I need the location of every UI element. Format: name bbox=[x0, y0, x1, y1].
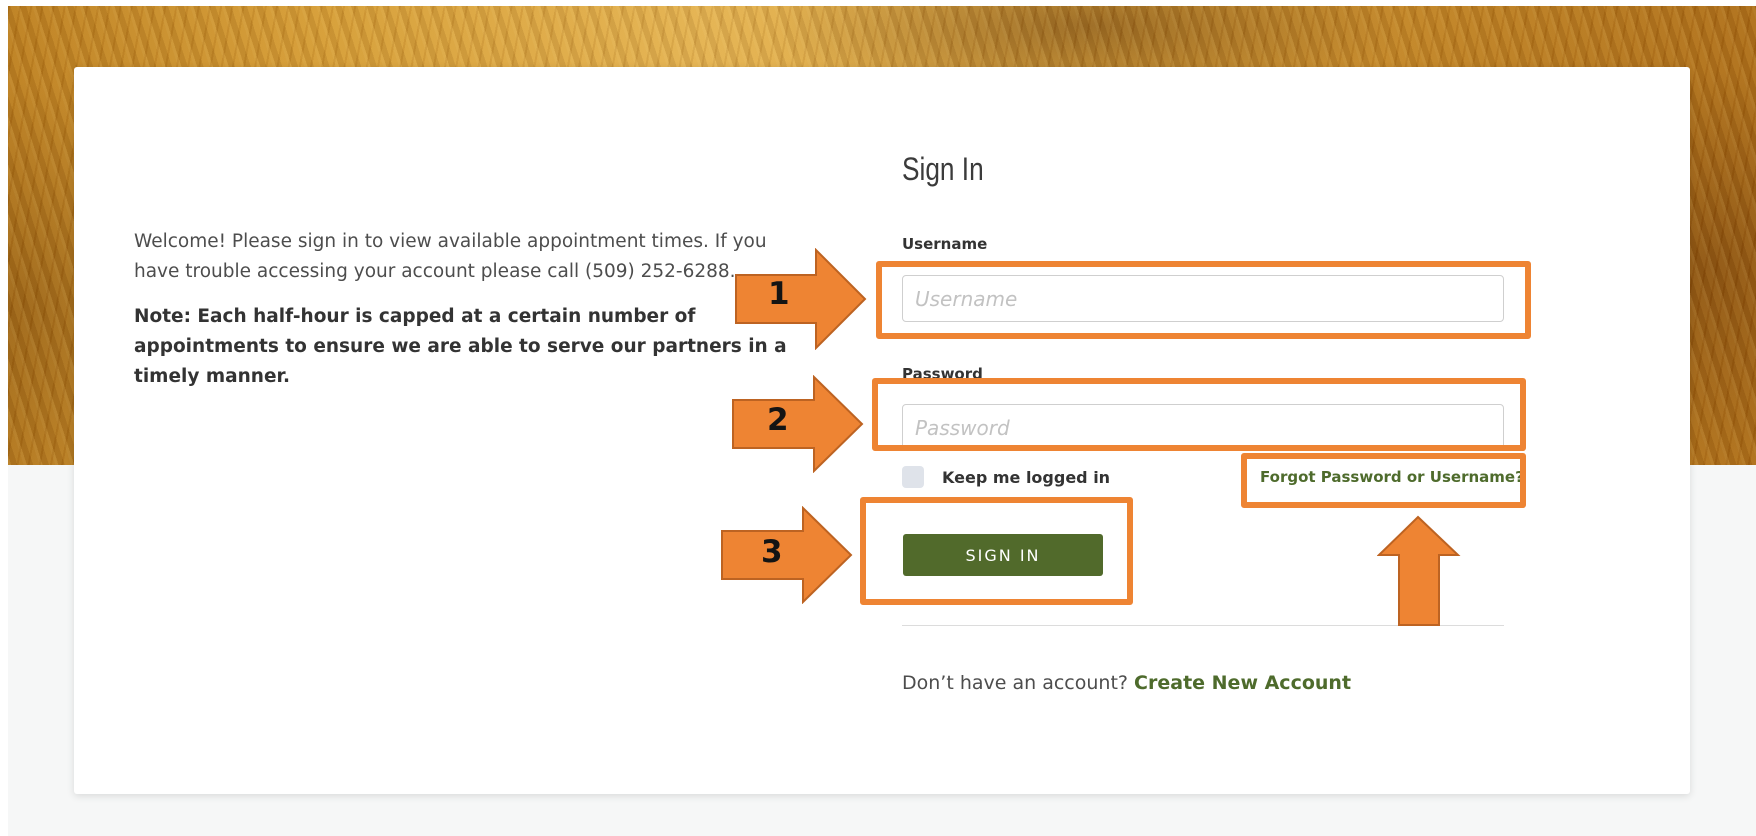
sign-in-title: Sign In bbox=[902, 151, 984, 187]
screen: Welcome! Please sign in to view availabl… bbox=[8, 6, 1756, 836]
intro-text: Welcome! Please sign in to view availabl… bbox=[134, 227, 814, 407]
annotation-arrow-1 bbox=[735, 248, 867, 350]
appointment-note: Note: Each half-hour is capped at a cert… bbox=[134, 306, 787, 387]
annotation-box-forgot bbox=[1241, 453, 1526, 508]
annotation-number-1: 1 bbox=[768, 276, 790, 312]
annotation-number-2: 2 bbox=[767, 402, 789, 438]
annotation-number-3: 3 bbox=[761, 534, 783, 570]
annotation-arrow-2 bbox=[732, 375, 864, 473]
create-account-row: Don’t have an account? Create New Accoun… bbox=[902, 672, 1351, 694]
create-account-link[interactable]: Create New Account bbox=[1134, 672, 1351, 694]
no-account-text: Don’t have an account? bbox=[902, 672, 1128, 694]
annotation-arrow-up bbox=[1377, 515, 1461, 626]
keep-logged-in-label[interactable]: Keep me logged in bbox=[942, 468, 1110, 487]
keep-logged-in-checkbox[interactable] bbox=[902, 466, 924, 488]
welcome-message: Welcome! Please sign in to view availabl… bbox=[134, 231, 767, 282]
username-label: Username bbox=[902, 235, 988, 253]
annotation-arrow-3 bbox=[721, 506, 853, 604]
annotation-box-password bbox=[872, 378, 1526, 451]
annotation-box-username bbox=[876, 261, 1531, 339]
annotation-box-sign-in bbox=[860, 497, 1133, 605]
